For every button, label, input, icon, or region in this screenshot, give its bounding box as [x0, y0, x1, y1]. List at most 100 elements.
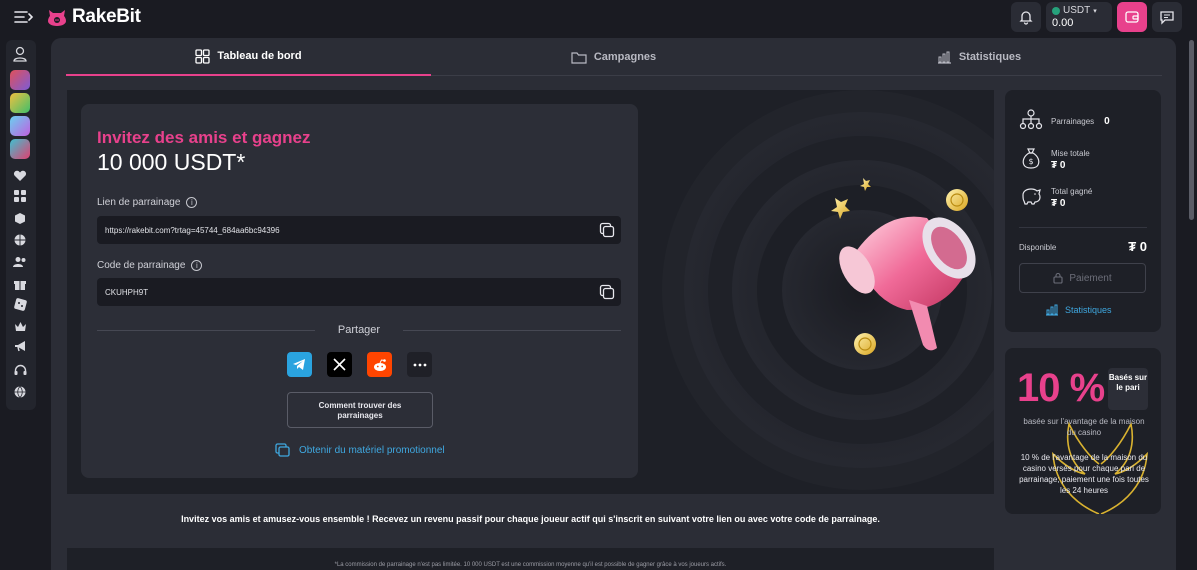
referrals-value: 0	[1104, 116, 1110, 127]
info-icon[interactable]: i	[186, 197, 198, 208]
grid-icon[interactable]	[10, 186, 30, 206]
total-won-value: ₮ 0	[1051, 198, 1066, 209]
divider	[1019, 227, 1147, 228]
dashboard-icon	[195, 48, 211, 64]
commission-promo-card: 10 % Basés sur le pari basée sur l'avant…	[1005, 348, 1161, 514]
total-won-label: Total gagné	[1051, 187, 1093, 196]
reddit-icon	[373, 358, 386, 371]
referral-code-field[interactable]: CKUHPH9T	[97, 278, 621, 306]
bet-based-badge: Basés sur le pari	[1108, 368, 1148, 410]
promo-link-text: Obtenir du matériel promotionnel	[299, 444, 445, 456]
commission-subtitle: basée sur l'avantage de la maison du cas…	[1023, 417, 1145, 437]
statistics-link[interactable]: Statistiques	[1045, 304, 1112, 316]
chat-icon	[1160, 11, 1174, 25]
referral-link-label: Lien de parrainage i	[97, 197, 198, 208]
top-bar: RakeBit USDT ▾ 0.00	[0, 0, 1197, 36]
page-scrollbar[interactable]	[1189, 40, 1194, 220]
referrals-stat: Parrainages 0	[1019, 108, 1110, 132]
game-thumbnail[interactable]	[10, 116, 30, 136]
more-icon	[413, 363, 426, 366]
logo[interactable]: RakeBit	[46, 6, 141, 28]
logo-text: RakeBit	[72, 6, 141, 27]
tab-statistics[interactable]: Statistiques	[796, 38, 1162, 76]
game-thumbnail[interactable]	[10, 139, 30, 159]
how-to-find-referrals-button[interactable]: Comment trouver des parrainages	[287, 392, 433, 428]
wallet-button[interactable]	[1117, 2, 1147, 32]
network-icon	[1019, 109, 1043, 130]
referral-link-label-text: Lien de parrainage	[97, 197, 181, 208]
globe-icon[interactable]	[10, 382, 30, 402]
referral-link-value: https://rakebit.com?trtag=45744_684aa6bc…	[105, 225, 280, 235]
bell-icon	[1019, 11, 1033, 25]
invite-card: Invitez des amis et gagnez 10 000 USDT* …	[81, 104, 638, 478]
commission-description: 10 % de l'avantage de la maison du casin…	[1019, 453, 1149, 495]
invite-title: Invitez des amis et gagnez	[97, 128, 311, 147]
available-label: Disponible	[1019, 243, 1057, 252]
total-won-stat: Total gagné ₮ 0	[1019, 184, 1092, 209]
tab-dashboard[interactable]: Tableau de bord	[66, 38, 431, 76]
crown-icon[interactable]	[10, 316, 30, 336]
money-bag-icon: $	[1022, 148, 1040, 169]
referral-code-label: Code de parrainage i	[97, 260, 203, 271]
game-thumbnail[interactable]	[10, 93, 30, 113]
piggy-bank-icon	[1022, 188, 1041, 205]
gift-icon[interactable]	[10, 274, 30, 294]
currency-label: USDT	[1063, 5, 1091, 16]
total-bet-label: Mise totale	[1051, 149, 1090, 158]
share-label: Partager	[337, 324, 381, 336]
bar-chart-icon	[1046, 304, 1058, 316]
invite-amount: 10 000 USDT*	[97, 149, 246, 175]
game-thumbnail[interactable]	[10, 70, 30, 90]
notifications-button[interactable]	[1011, 2, 1041, 32]
referral-hero: Invitez des amis et gagnez 10 000 USDT* …	[67, 90, 994, 494]
wallet-icon	[1125, 11, 1139, 23]
referral-link-field[interactable]: https://rakebit.com?trtag=45744_684aa6bc…	[97, 216, 621, 244]
tab-label: Tableau de bord	[217, 50, 302, 62]
user-icon[interactable]	[10, 44, 30, 64]
headphones-icon[interactable]	[10, 360, 30, 380]
tab-campaigns[interactable]: Campagnes	[431, 38, 796, 76]
copy-icon[interactable]	[599, 222, 615, 238]
referrals-label: Parrainages	[1051, 117, 1095, 126]
copy-files-icon	[275, 443, 290, 457]
tab-label: Statistiques	[958, 51, 1022, 63]
referral-code-label-text: Code de parrainage	[97, 260, 186, 271]
menu-toggle-icon[interactable]	[14, 9, 34, 25]
copy-icon[interactable]	[599, 284, 615, 300]
telegram-icon	[293, 359, 305, 370]
lock-icon	[1053, 272, 1063, 284]
bar-chart-icon	[937, 51, 951, 64]
info-icon[interactable]: i	[191, 260, 203, 271]
referral-code-value: CKUHPH9T	[105, 287, 149, 297]
share-more-button[interactable]	[407, 352, 432, 377]
folder-icon	[571, 51, 587, 64]
payment-button[interactable]: Paiement	[1019, 263, 1146, 293]
hearts-icon[interactable]	[10, 166, 30, 186]
share-telegram-button[interactable]	[287, 352, 312, 377]
invite-footer-message: Invitez vos amis et amusez-vous ensemble…	[181, 514, 880, 524]
tab-bar: Tableau de bord Campagnes Statistiques	[66, 38, 1162, 76]
users-icon[interactable]	[10, 252, 30, 272]
pig-logo-icon	[48, 10, 66, 26]
share-reddit-button[interactable]	[367, 352, 392, 377]
share-x-button[interactable]	[327, 352, 352, 377]
promo-material-link[interactable]: Obtenir du matériel promotionnel	[275, 443, 445, 457]
dice-icon[interactable]	[10, 294, 30, 314]
referral-stats-card: Parrainages 0 $ Mise totale ₮ 0 Total ga…	[1005, 90, 1161, 332]
megaphone-icon[interactable]	[10, 336, 30, 356]
available-value: ₮ 0	[1128, 239, 1147, 254]
megaphone-illustration	[831, 178, 976, 355]
total-bet-stat: $ Mise totale ₮ 0	[1019, 146, 1090, 171]
svg-text:$: $	[1028, 157, 1033, 166]
total-bet-value: ₮ 0	[1051, 160, 1066, 171]
basketball-icon[interactable]	[10, 230, 30, 250]
chat-button[interactable]	[1152, 2, 1182, 32]
statistics-link-text: Statistiques	[1065, 305, 1112, 315]
balance-selector[interactable]: USDT ▾ 0.00	[1046, 2, 1112, 32]
cube-icon[interactable]	[10, 208, 30, 228]
main-panel: Tableau de bord Campagnes Statistiques I…	[51, 38, 1176, 570]
tab-label: Campagnes	[593, 51, 657, 63]
disclaimer-text: *La commission de parrainage n'est pas l…	[334, 562, 727, 568]
disclaimer-box: *La commission de parrainage n'est pas l…	[67, 548, 994, 570]
usdt-icon	[1052, 6, 1060, 15]
